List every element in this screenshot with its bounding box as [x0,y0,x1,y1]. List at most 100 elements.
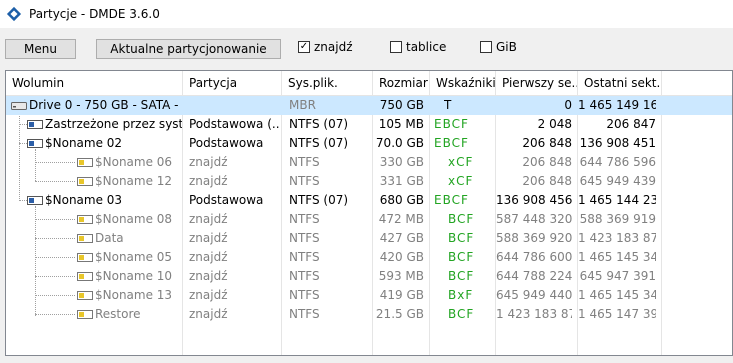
tables-checkbox-label: tablice [406,40,447,54]
row-partition-type: znajdź [189,155,228,169]
row-volume-name: $Noname 12 [95,174,173,188]
row-last-sector: 1 465 149 167 [578,98,656,112]
row-first-sector: 206 848 [522,136,572,150]
table-row-drive[interactable]: Drive 0 - 750 GB - SATA - H... MBR 750 G… [6,96,732,115]
row-partition-type: znajdź [189,174,228,188]
table-row[interactable]: Data znajdź NTFS 427 GB BCF 588 369 920 … [6,229,732,248]
row-volume-name: $Noname 02 [45,136,123,150]
row-last-sector: 1 465 145 343 [578,288,656,302]
found-volume-icon [77,253,93,262]
dmde-app-icon [6,6,22,22]
row-size: 21.5 GB [375,307,424,321]
col-header-flags[interactable]: Wskaźniki [430,71,496,95]
row-partition-type: znajdź [189,307,228,321]
row-flags: BCF [448,307,475,321]
row-first-sector: 136 908 456 [496,193,572,207]
gib-checkbox[interactable]: GiB [480,40,517,54]
row-flags: xCF [448,174,474,188]
row-partition-type: Podstawowa [189,136,264,150]
tables-checkbox[interactable]: tablice [390,40,446,54]
title-bar: Partycje - DMDE 3.6.0 [0,0,733,28]
row-volume-name: $Noname 05 [95,250,173,264]
column-header: Wolumin Partycja Sys.plik. Rozmiar Wskaź… [6,71,732,96]
col-header-filesystem[interactable]: Sys.plik. [282,71,373,95]
row-first-sector: 588 369 920 [496,231,572,245]
found-volume-icon [77,177,93,186]
row-last-sector: 1 423 183 871 [578,231,656,245]
row-filesystem: NTFS [289,174,320,188]
row-filesystem: NTFS [289,250,320,264]
col-header-volume[interactable]: Wolumin [6,71,183,95]
menu-button[interactable]: Menu [5,39,76,59]
col-header-partition[interactable]: Partycja [183,71,282,95]
row-last-sector: 136 908 451 [579,136,656,150]
row-partition-type: Podstawowa [189,193,264,207]
row-size: 330 GB [379,155,424,169]
row-flags: BCF [448,250,475,264]
row-first-sector: 1 423 183 872 [496,307,572,321]
table-row[interactable]: Restore znajdź NTFS 21.5 GB BCF 1 423 18… [6,305,732,324]
table-row[interactable]: $Noname 03 Podstawowa NTFS (07) 680 GB E… [6,191,732,210]
row-volume-name: $Noname 08 [95,212,173,226]
row-size: 472 MB [378,212,424,226]
row-flags: BCF [448,269,475,283]
row-filesystem: NTFS [289,155,320,169]
row-size: 419 GB [379,288,424,302]
col-header-last-sector[interactable]: Ostatni sekt... [578,71,662,95]
table-row[interactable]: $Noname 06 znajdź NTFS 330 GB xCF 206 84… [6,153,732,172]
row-filesystem: NTFS (07) [289,117,349,131]
row-last-sector: 644 786 596 [579,155,656,169]
table-row[interactable]: $Noname 12 znajdź NTFS 331 GB xCF 206 84… [6,172,732,191]
gib-checkbox-box[interactable] [480,41,492,53]
row-size: 70.0 GB [375,136,424,150]
row-first-sector: 2 048 [537,117,572,131]
row-filesystem: NTFS [289,231,320,245]
partition-list[interactable]: Wolumin Partycja Sys.plik. Rozmiar Wskaź… [5,70,733,356]
table-row[interactable]: $Noname 08 znajdź NTFS 472 MB BCF 587 44… [6,210,732,229]
row-size: 427 GB [379,231,424,245]
table-row[interactable]: $Noname 13 znajdź NTFS 419 GB BxF 645 94… [6,286,732,305]
row-flags: BCF [448,231,475,245]
table-row[interactable]: $Noname 10 znajdź NTFS 593 MB BCF 644 78… [6,267,732,286]
tables-checkbox-box[interactable] [390,41,402,53]
row-volume-name: $Noname 06 [95,155,173,169]
row-partition-type: znajdź [189,288,228,302]
row-filesystem: NTFS (07) [289,193,349,207]
toolbar: Menu Aktualne partycjonowanie ✓ znajdź t… [0,36,733,64]
row-flags: xCF [448,155,474,169]
row-last-sector: 645 949 439 [579,174,656,188]
window-title: Partycje - DMDE 3.6.0 [29,7,160,21]
table-row[interactable]: Zastrzeżone przez system Podstawowa (...… [6,115,732,134]
row-first-sector: 206 848 [522,174,572,188]
row-size: 680 GB [379,193,424,207]
table-row[interactable]: $Noname 02 Podstawowa NTFS (07) 70.0 GB … [6,134,732,153]
found-checkbox[interactable]: ✓ znajdź [298,40,353,54]
row-last-sector: 1 465 147 391 [578,307,656,321]
row-first-sector: 644 788 224 [496,269,572,283]
row-flags: BxF [448,288,474,302]
row-filesystem: NTFS [289,307,320,321]
found-volume-icon [77,215,93,224]
row-last-sector: 1 465 145 343 [578,250,656,264]
row-flags: T [444,98,452,112]
found-volume-icon [77,234,93,243]
found-checkbox-box[interactable]: ✓ [298,41,310,53]
row-first-sector: 206 848 [522,155,572,169]
found-checkbox-label: znajdź [314,40,353,54]
row-filesystem: NTFS [289,288,320,302]
col-header-size[interactable]: Rozmiar [373,71,430,95]
col-header-first-sector[interactable]: Pierwszy se... [496,71,578,95]
gib-checkbox-label: GiB [496,40,517,54]
current-partitioning-button[interactable]: Aktualne partycjonowanie [96,39,281,59]
row-partition-type: znajdź [189,231,228,245]
row-volume-name: Drive 0 - 750 GB - SATA - H... [29,98,182,112]
row-size: 593 MB [378,269,424,283]
row-volume-name: $Noname 10 [95,269,173,283]
row-last-sector: 1 465 144 233 [578,193,656,207]
table-row[interactable]: $Noname 05 znajdź NTFS 420 GB BCF 644 78… [6,248,732,267]
found-volume-icon [77,272,93,281]
row-last-sector: 206 847 [606,117,656,131]
row-partition-type: znajdź [189,250,228,264]
row-last-sector: 645 947 391 [579,269,656,283]
windows-partition-icon [27,139,43,148]
